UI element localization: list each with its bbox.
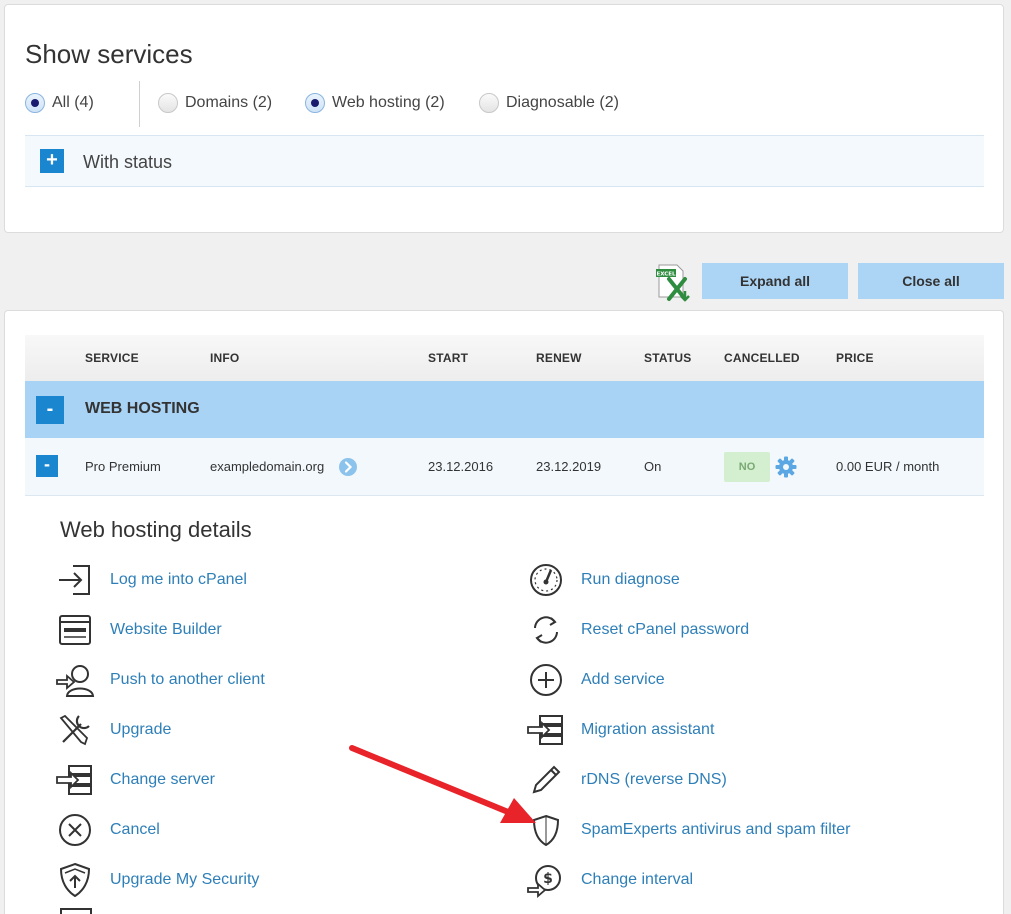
run-diagnose-link[interactable]: Run diagnose <box>526 560 680 600</box>
reset-password-link[interactable]: Reset cPanel password <box>526 610 749 650</box>
radio-domains-label: Domains (2) <box>185 94 273 111</box>
cancel-icon <box>59 814 91 846</box>
refresh-icon <box>534 616 558 644</box>
add-icon <box>530 664 562 696</box>
filter-panel: Show services All (4) Domains (2) Web ho… <box>4 4 1004 233</box>
header-cancelled: CANCELLED <box>724 351 800 365</box>
push-client-icon <box>56 665 95 697</box>
push-client-label: Push to another client <box>110 671 265 688</box>
cancel-link[interactable]: Cancel <box>55 810 160 850</box>
upgrade-security-label: Upgrade My Security <box>110 871 260 888</box>
collapse-group-button[interactable]: - <box>36 396 64 424</box>
migration-assistant-label: Migration assistant <box>581 721 715 738</box>
header-service: SERVICE <box>85 351 139 365</box>
shield-icon <box>532 814 560 847</box>
change-interval-label: Change interval <box>581 871 694 888</box>
group-label: WEB HOSTING <box>85 400 200 417</box>
service-filter-radios: All (4) Domains (2) Web hosting (2) Diag… <box>25 81 985 129</box>
excel-export-icon[interactable]: EXCEL <box>655 264 693 302</box>
with-status-bar[interactable]: + With status <box>25 135 984 187</box>
radio-all[interactable]: All (4) <box>25 93 94 113</box>
table-header: SERVICE INFO START RENEW STATUS CANCELLE… <box>25 335 984 381</box>
radio-diagnosable-indicator[interactable] <box>479 93 499 113</box>
upgrade-link[interactable]: Upgrade <box>55 710 171 750</box>
spamexperts-link[interactable]: SpamExperts antivirus and spam filter <box>526 810 850 850</box>
expand-status-button[interactable]: + <box>40 149 64 173</box>
cell-service: Pro Premium <box>85 459 161 474</box>
migration-assistant-link[interactable]: Migration assistant <box>526 710 714 750</box>
interval-icon: $ <box>527 865 561 898</box>
radio-domains-indicator[interactable] <box>158 93 178 113</box>
security-upgrade-icon <box>59 862 91 898</box>
upgrade-security-link[interactable]: Upgrade My Security <box>55 860 259 900</box>
push-client-link[interactable]: Push to another client <box>55 660 265 700</box>
radio-diagnosable[interactable]: Diagnosable (2) <box>479 93 619 113</box>
gauge-icon <box>530 564 562 596</box>
migration-icon <box>527 715 563 745</box>
pencil-icon <box>532 765 561 794</box>
radio-all-indicator[interactable] <box>25 93 45 113</box>
header-status: STATUS <box>644 351 692 365</box>
radio-domains[interactable]: Domains (2) <box>158 93 272 113</box>
header-start: START <box>428 351 469 365</box>
close-all-button[interactable]: Close all <box>858 263 1004 299</box>
reset-password-label: Reset cPanel password <box>581 621 750 638</box>
website-builder-label: Website Builder <box>110 621 222 638</box>
website-builder-icon <box>59 615 91 645</box>
change-interval-link[interactable]: $ Change interval <box>526 860 693 900</box>
radio-all-label: All (4) <box>52 94 94 111</box>
cell-info: exampledomain.org <box>210 459 325 474</box>
cell-price: 0.00 EUR / month <box>836 459 940 474</box>
add-service-link[interactable]: Add service <box>526 660 665 700</box>
website-builder-link[interactable]: Website Builder <box>55 610 222 650</box>
server-icon <box>56 765 92 795</box>
tools-icon <box>59 714 90 746</box>
collapse-row-button[interactable]: - <box>36 455 58 477</box>
group-row-web-hosting[interactable]: - WEB HOSTING <box>25 381 984 438</box>
with-status-label: With status <box>83 152 173 172</box>
table-row[interactable]: - Pro Premium exampledomain.org 23.12.20… <box>25 438 984 496</box>
gear-icon[interactable] <box>775 456 797 478</box>
cancelled-badge: NO <box>724 452 770 482</box>
excel-icon-text: EXCEL <box>656 272 676 278</box>
rdns-label: rDNS (reverse DNS) <box>581 771 727 788</box>
login-icon <box>59 565 90 595</box>
radio-web-hosting-indicator[interactable] <box>305 93 325 113</box>
cell-status: On <box>644 459 662 474</box>
svg-text:$: $ <box>543 871 553 887</box>
filter-title: Show services <box>25 39 193 69</box>
expand-all-button[interactable]: Expand all <box>702 263 848 299</box>
radio-divider <box>139 81 140 127</box>
upgrade-label: Upgrade <box>110 721 172 738</box>
radio-web-hosting-label: Web hosting (2) <box>332 94 445 111</box>
change-server-label: Change server <box>110 771 215 788</box>
rdns-link[interactable]: rDNS (reverse DNS) <box>526 760 727 800</box>
header-renew: RENEW <box>536 351 582 365</box>
add-service-label: Add service <box>581 671 665 688</box>
cell-start: 23.12.2016 <box>428 459 494 474</box>
run-diagnose-label: Run diagnose <box>581 571 680 588</box>
cancel-label: Cancel <box>110 821 160 838</box>
login-cpanel-label: Log me into cPanel <box>110 571 247 588</box>
login-cpanel-link[interactable]: Log me into cPanel <box>55 560 247 600</box>
radio-diagnosable-label: Diagnosable (2) <box>506 94 619 111</box>
radio-web-hosting[interactable]: Web hosting (2) <box>305 93 445 113</box>
partial-icon <box>60 908 92 914</box>
change-server-link[interactable]: Change server <box>55 760 215 800</box>
chevron-right-icon[interactable] <box>339 458 357 476</box>
cell-renew: 23.12.2019 <box>536 459 602 474</box>
spamexperts-label: SpamExperts antivirus and spam filter <box>581 821 851 838</box>
header-price: PRICE <box>836 351 874 365</box>
header-info: INFO <box>210 351 240 365</box>
details-title: Web hosting details <box>60 517 252 542</box>
